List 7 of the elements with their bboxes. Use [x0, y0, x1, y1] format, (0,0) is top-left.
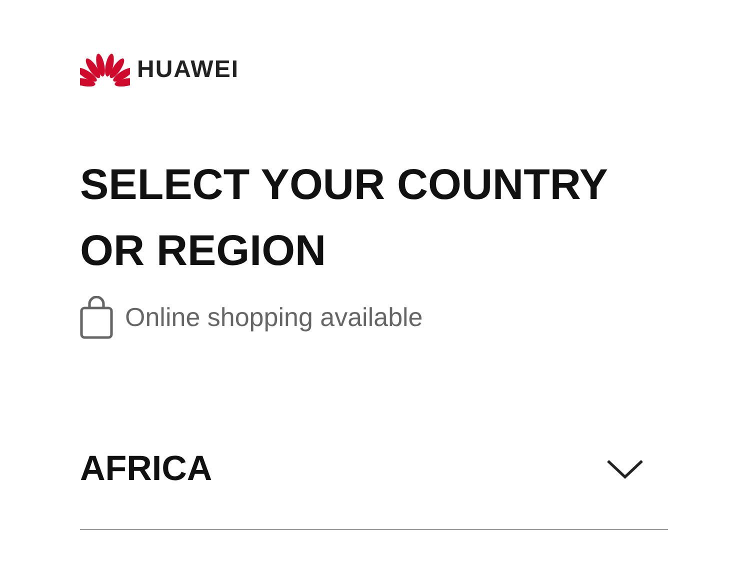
- chevron-icon: [606, 459, 644, 479]
- shopping-bag-icon: [80, 296, 113, 339]
- page-title: SELECT YOUR COUNTRY OR REGION: [80, 160, 608, 277]
- logo-text: HUAWEI: [137, 56, 239, 84]
- flower-logo-icon: [80, 52, 130, 88]
- region-accordion[interactable]: AFRICA: [80, 429, 668, 530]
- legend-text: Online shopping available: [125, 302, 423, 333]
